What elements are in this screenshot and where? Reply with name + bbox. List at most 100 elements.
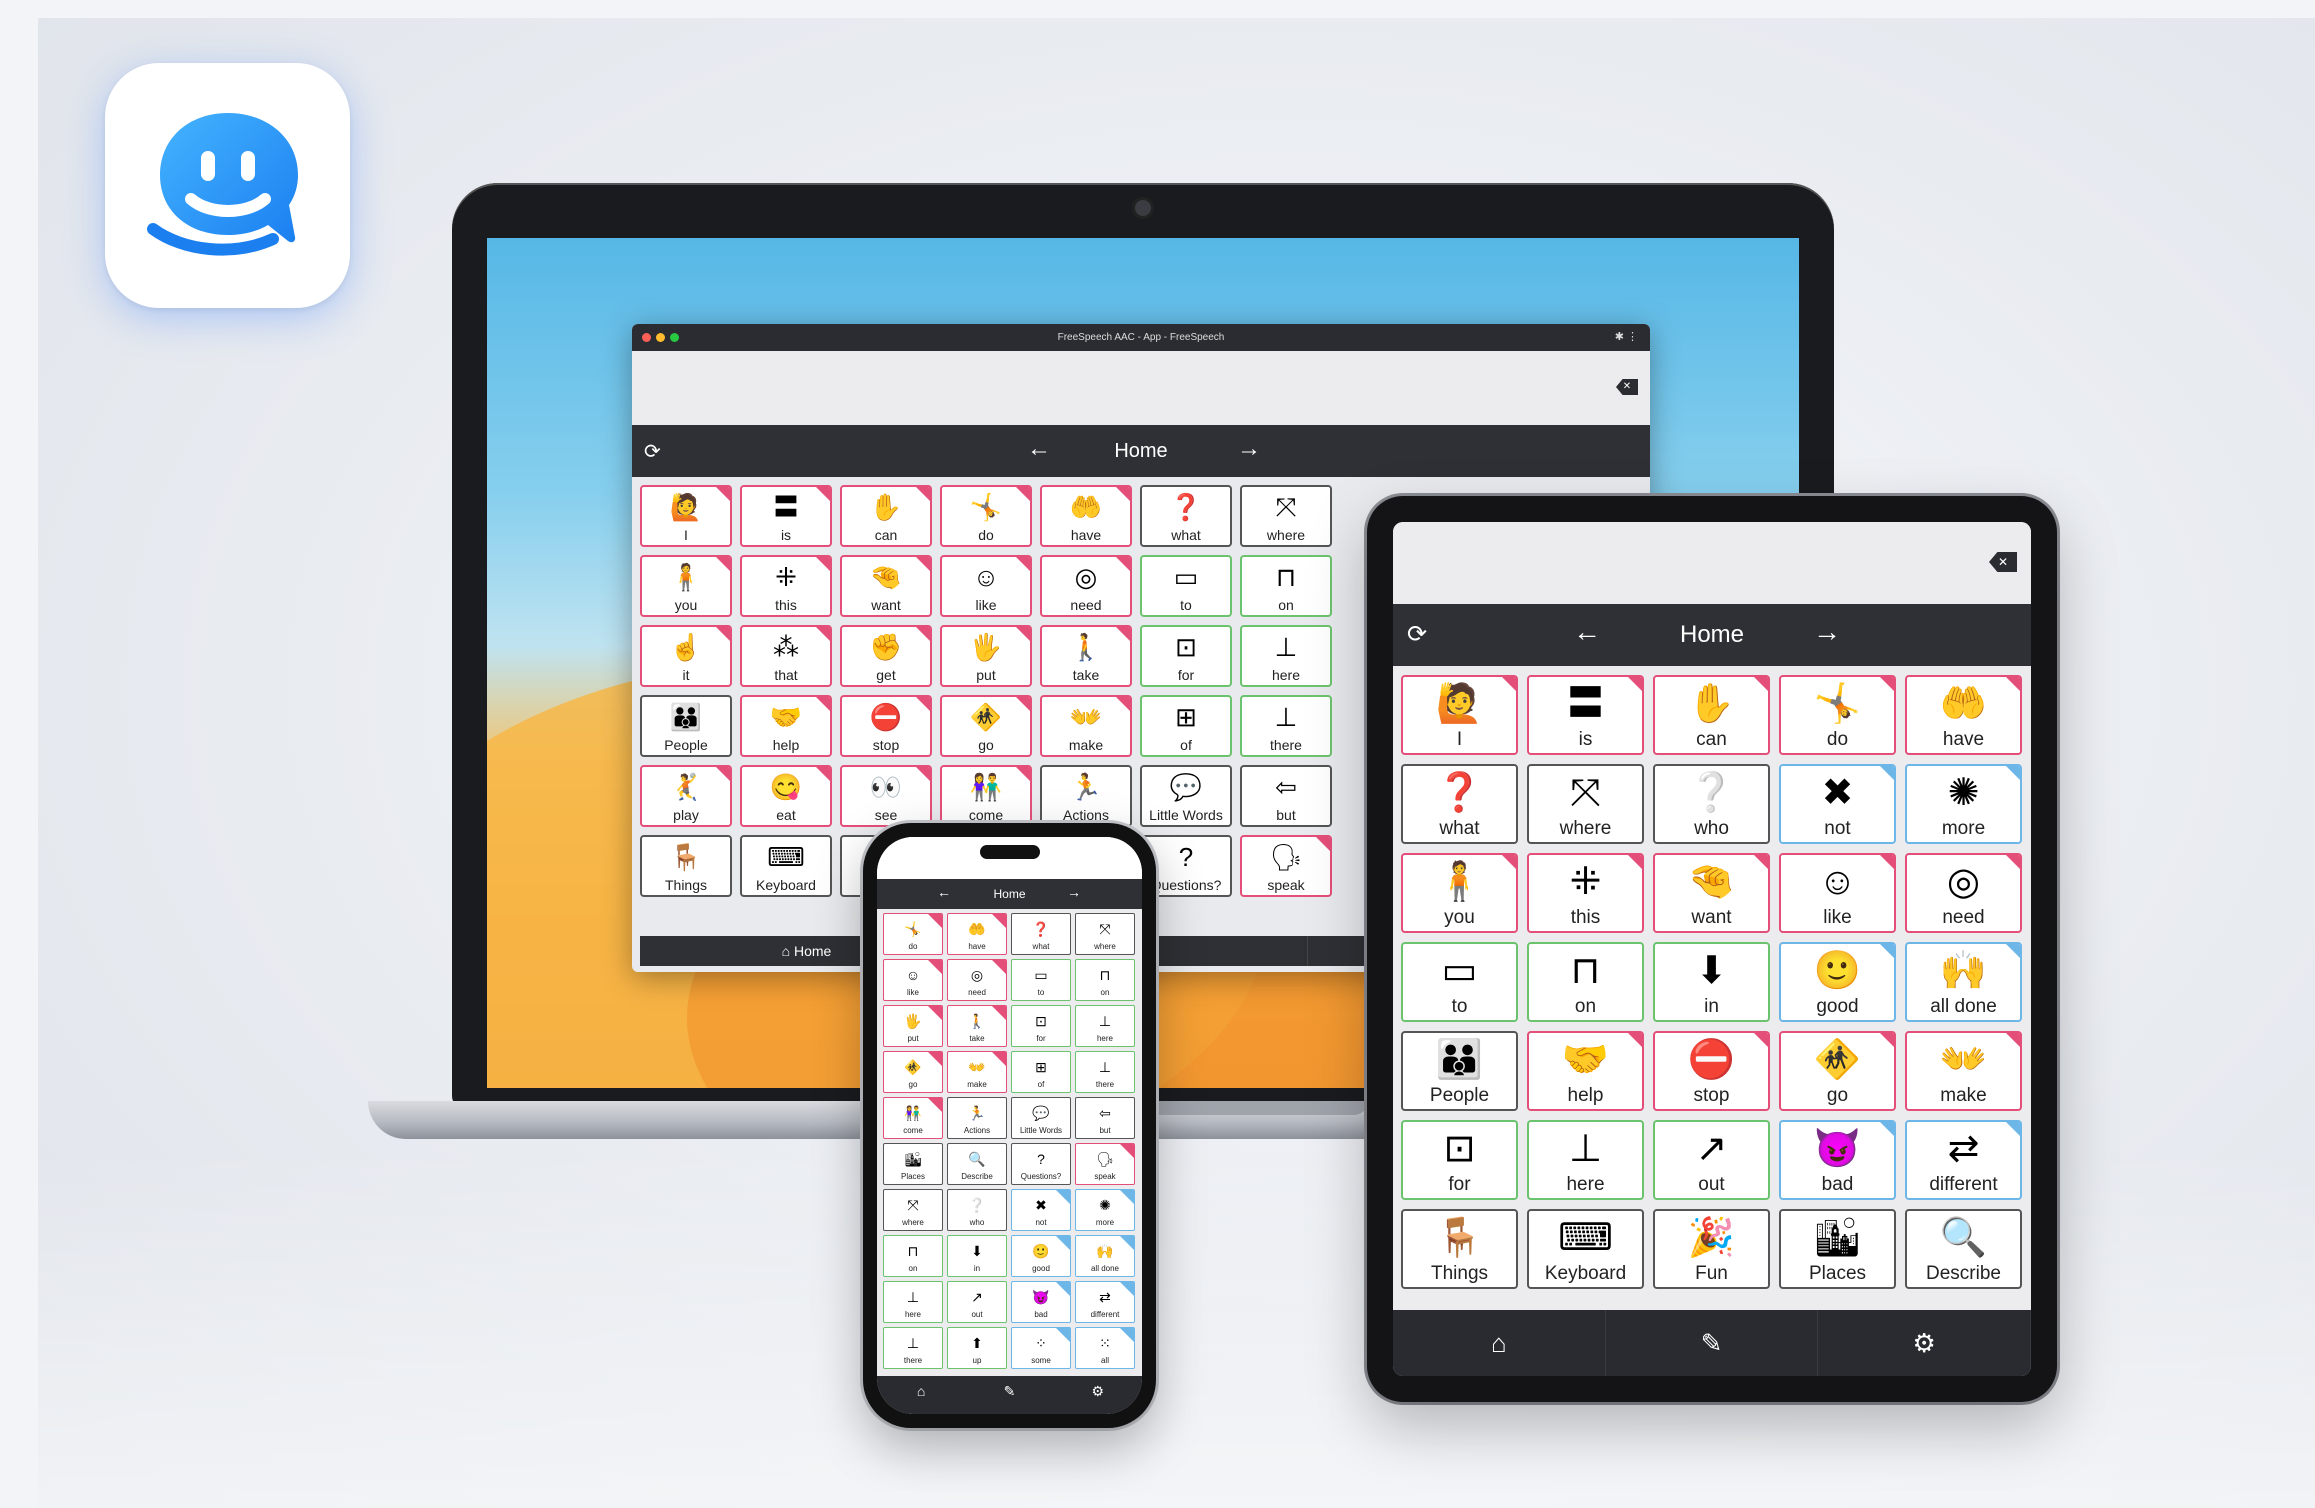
word-tile[interactable]: 🤏 want: [840, 555, 932, 617]
word-tile[interactable]: 🙂 good: [1779, 942, 1896, 1022]
word-tile[interactable]: ⊥ there: [1240, 695, 1332, 757]
word-tile[interactable]: ✋ can: [840, 485, 932, 547]
word-tile[interactable]: ✖ not: [1011, 1189, 1071, 1231]
word-tile[interactable]: ☺ like: [883, 959, 943, 1001]
word-tile[interactable]: 👐 make: [1040, 695, 1132, 757]
word-tile[interactable]: ⊞ of: [1011, 1051, 1071, 1093]
edit-button[interactable]: ✎: [965, 1376, 1053, 1406]
word-tile[interactable]: ⊓ on: [1075, 959, 1135, 1001]
word-tile[interactable]: 🚶 take: [947, 1005, 1007, 1047]
word-tile[interactable]: ⌨ Keyboard: [740, 835, 832, 897]
close-dot[interactable]: [642, 333, 651, 342]
word-tile[interactable]: 🏙 Places: [1779, 1209, 1896, 1289]
word-tile[interactable]: ⇦ but: [1240, 765, 1332, 827]
word-tile[interactable]: ✺ more: [1905, 764, 2022, 844]
word-tile[interactable]: 🤝 help: [740, 695, 832, 757]
word-tile[interactable]: ⊡ for: [1140, 625, 1232, 687]
word-tile[interactable]: ☺ like: [1779, 853, 1896, 933]
word-tile[interactable]: ⊥ there: [1075, 1051, 1135, 1093]
word-tile[interactable]: 🤝 help: [1527, 1031, 1644, 1111]
word-tile[interactable]: ◎ need: [1905, 853, 2022, 933]
backspace-icon[interactable]: ✕: [1989, 552, 2017, 572]
word-tile[interactable]: ⁙ all: [1075, 1327, 1135, 1369]
forward-arrow-icon[interactable]: →: [1237, 435, 1261, 463]
word-tile[interactable]: 🚸 go: [940, 695, 1032, 757]
word-tile[interactable]: 🤸 do: [940, 485, 1032, 547]
word-tile[interactable]: ❔ who: [947, 1189, 1007, 1231]
word-tile[interactable]: 🧍 you: [640, 555, 732, 617]
word-tile[interactable]: 🧍 you: [1401, 853, 1518, 933]
word-tile[interactable]: ❓ what: [1401, 764, 1518, 844]
word-tile[interactable]: ⊡ for: [1401, 1120, 1518, 1200]
word-tile[interactable]: 🤲 have: [947, 913, 1007, 955]
word-tile[interactable]: ⇦ but: [1075, 1097, 1135, 1139]
word-tile[interactable]: ❓ what: [1011, 913, 1071, 955]
word-tile[interactable]: ❔ who: [1653, 764, 1770, 844]
word-tile[interactable]: ⊥ here: [1527, 1120, 1644, 1200]
word-tile[interactable]: 🖐 put: [940, 625, 1032, 687]
word-tile[interactable]: ⊓ on: [1527, 942, 1644, 1022]
word-tile[interactable]: 🗣 speak: [1240, 835, 1332, 897]
word-tile[interactable]: ⊞ of: [1140, 695, 1232, 757]
word-tile[interactable]: 👐 make: [1905, 1031, 2022, 1111]
extensions-menu-icon[interactable]: ✱ ⋮: [1615, 324, 1638, 351]
edit-button[interactable]: ✎: [1606, 1310, 1819, 1376]
minimize-dot[interactable]: [656, 333, 665, 342]
word-tile[interactable]: 👪 People: [640, 695, 732, 757]
word-tile[interactable]: 😈 bad: [1779, 1120, 1896, 1200]
word-tile[interactable]: 🎉 Fun: [1653, 1209, 1770, 1289]
word-tile[interactable]: ↗ out: [947, 1281, 1007, 1323]
word-tile[interactable]: ⌨ Keyboard: [1527, 1209, 1644, 1289]
word-tile[interactable]: 🤸 do: [883, 913, 943, 955]
word-tile[interactable]: 😈 bad: [1011, 1281, 1071, 1323]
word-tile[interactable]: 🙂 good: [1011, 1235, 1071, 1277]
word-tile[interactable]: 🪑 Things: [1401, 1209, 1518, 1289]
word-tile[interactable]: 🤏 want: [1653, 853, 1770, 933]
word-tile[interactable]: ❓ what: [1140, 485, 1232, 547]
word-tile[interactable]: ⇄ different: [1905, 1120, 2022, 1200]
word-tile[interactable]: ✖ not: [1779, 764, 1896, 844]
word-tile[interactable]: ⊥ here: [1240, 625, 1332, 687]
word-tile[interactable]: ⊥ there: [883, 1327, 943, 1369]
word-tile[interactable]: 🤾 play: [640, 765, 732, 827]
word-tile[interactable]: 〓 is: [1527, 675, 1644, 755]
word-tile[interactable]: 🚸 go: [1779, 1031, 1896, 1111]
word-tile[interactable]: ⊥ here: [1075, 1005, 1135, 1047]
word-tile[interactable]: ◎ need: [1040, 555, 1132, 617]
word-tile[interactable]: 👫 come: [883, 1097, 943, 1139]
window-controls[interactable]: [642, 333, 679, 342]
word-tile[interactable]: ▭ to: [1401, 942, 1518, 1022]
word-tile[interactable]: 🙋 I: [1401, 675, 1518, 755]
settings-button[interactable]: ⚙: [1054, 1376, 1142, 1406]
word-tile[interactable]: ☝ it: [640, 625, 732, 687]
forward-arrow-icon[interactable]: →: [1813, 616, 1841, 648]
word-tile[interactable]: 🤲 have: [1905, 675, 2022, 755]
word-tile[interactable]: ☺ like: [940, 555, 1032, 617]
home-button[interactable]: ⌂: [877, 1376, 965, 1406]
word-tile[interactable]: 🚸 go: [883, 1051, 943, 1093]
word-tile[interactable]: 🖐 put: [883, 1005, 943, 1047]
forward-arrow-icon[interactable]: →: [1067, 884, 1081, 900]
word-tile[interactable]: ⬆ up: [947, 1327, 1007, 1369]
word-tile[interactable]: ⊓ on: [1240, 555, 1332, 617]
word-tile[interactable]: 🤸 do: [1779, 675, 1896, 755]
word-tile[interactable]: 🏙 Places: [883, 1143, 943, 1185]
word-tile[interactable]: ▭ to: [1011, 959, 1071, 1001]
word-tile[interactable]: 👪 People: [1401, 1031, 1518, 1111]
word-tile[interactable]: ⁂ that: [740, 625, 832, 687]
word-tile[interactable]: ✺ more: [1075, 1189, 1135, 1231]
message-bar[interactable]: ✕: [632, 351, 1650, 425]
maximize-dot[interactable]: [670, 333, 679, 342]
message-bar[interactable]: ✕: [1393, 522, 2031, 604]
word-tile[interactable]: ⁜ this: [740, 555, 832, 617]
word-tile[interactable]: 🚶 take: [1040, 625, 1132, 687]
word-tile[interactable]: 😋 eat: [740, 765, 832, 827]
word-tile[interactable]: ⤧ where: [1527, 764, 1644, 844]
word-tile[interactable]: 🙋 I: [640, 485, 732, 547]
word-tile[interactable]: 👀 see: [840, 765, 932, 827]
word-tile[interactable]: 🏃 Actions: [1040, 765, 1132, 827]
word-tile[interactable]: 🤲 have: [1040, 485, 1132, 547]
word-tile[interactable]: ⇄ different: [1075, 1281, 1135, 1323]
word-tile[interactable]: ⁘ some: [1011, 1327, 1071, 1369]
word-tile[interactable]: ⁜ this: [1527, 853, 1644, 933]
